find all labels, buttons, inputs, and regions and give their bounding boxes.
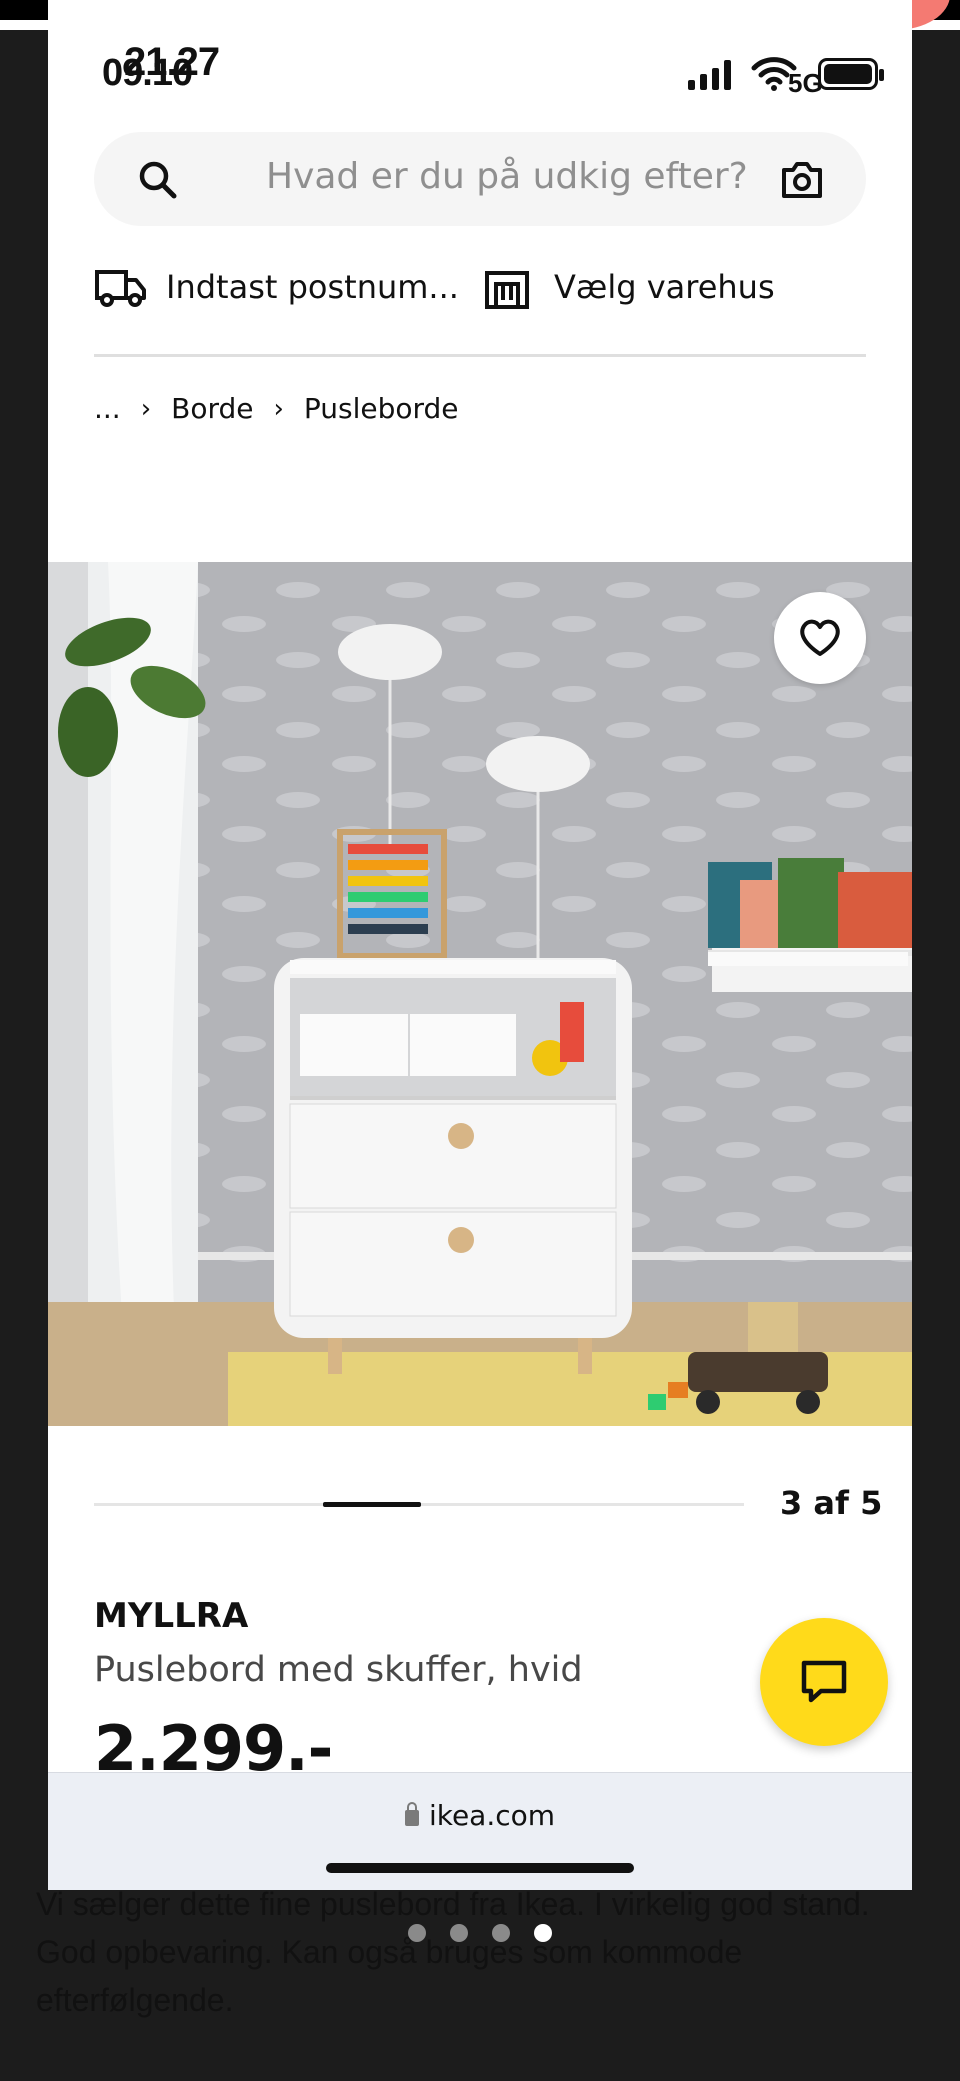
location-row: Indtast postnum... Vælg varehus — [94, 262, 874, 322]
image-pager-dots[interactable] — [0, 1924, 960, 1942]
pager-dot[interactable] — [492, 1924, 510, 1942]
store-icon[interactable] — [484, 270, 530, 310]
url-text[interactable]: ikea.com — [429, 1799, 555, 1832]
listing-description: Vi sælger dette fine puslebord fra Ikea.… — [36, 1886, 870, 2018]
product-brand: MYLLRA — [94, 1596, 249, 1636]
gallery-progress — [94, 1502, 744, 1507]
gallery-counter: 3 af 5 — [780, 1484, 883, 1522]
divider — [94, 354, 866, 357]
pager-dot[interactable] — [450, 1924, 468, 1942]
breadcrumb-item-pusleborde[interactable]: Pusleborde — [304, 392, 459, 425]
truck-icon[interactable] — [94, 266, 148, 310]
ikea-product-screenshot: 09.10 21.27 5G Hvad er du på udkig efter… — [48, 0, 912, 1890]
product-photo-illustration — [48, 562, 912, 1426]
chevron-right-icon: › — [140, 393, 152, 424]
status-bar: 09.10 21.27 5G — [48, 0, 912, 110]
product-image[interactable] — [48, 562, 912, 1426]
battery-icon — [818, 58, 884, 90]
postcode-link[interactable]: Indtast postnum... — [166, 268, 459, 306]
pager-dot-active[interactable] — [534, 1924, 552, 1942]
chevron-right-icon: › — [273, 393, 284, 424]
signal-icon — [688, 56, 731, 90]
pager-dot[interactable] — [408, 1924, 426, 1942]
lock-icon — [404, 1802, 419, 1826]
breadcrumb: ... › Borde › Pusleborde — [94, 392, 459, 425]
search-icon[interactable] — [136, 158, 180, 202]
home-indicator[interactable] — [326, 1863, 634, 1873]
gallery-progress-indicator — [323, 1502, 421, 1507]
chat-button[interactable] — [760, 1618, 888, 1746]
breadcrumb-item-borde[interactable]: Borde — [171, 392, 253, 425]
favorite-button[interactable] — [774, 592, 866, 684]
url-display[interactable]: ikea.com — [48, 1799, 912, 1832]
breadcrumb-ellipsis[interactable]: ... — [94, 392, 121, 425]
chat-icon — [801, 1660, 847, 1703]
product-description: Puslebord med skuffer, hvid — [94, 1650, 583, 1690]
browser-url-bar[interactable]: ikea.com — [48, 1772, 912, 1890]
status-time: 21.27 — [124, 40, 220, 84]
search-input[interactable]: Hvad er du på udkig efter? — [266, 156, 748, 197]
search-bar[interactable]: Hvad er du på udkig efter? — [94, 132, 866, 226]
select-store-link[interactable]: Vælg varehus — [554, 268, 775, 306]
camera-icon[interactable] — [778, 156, 826, 204]
heart-icon — [800, 619, 840, 656]
